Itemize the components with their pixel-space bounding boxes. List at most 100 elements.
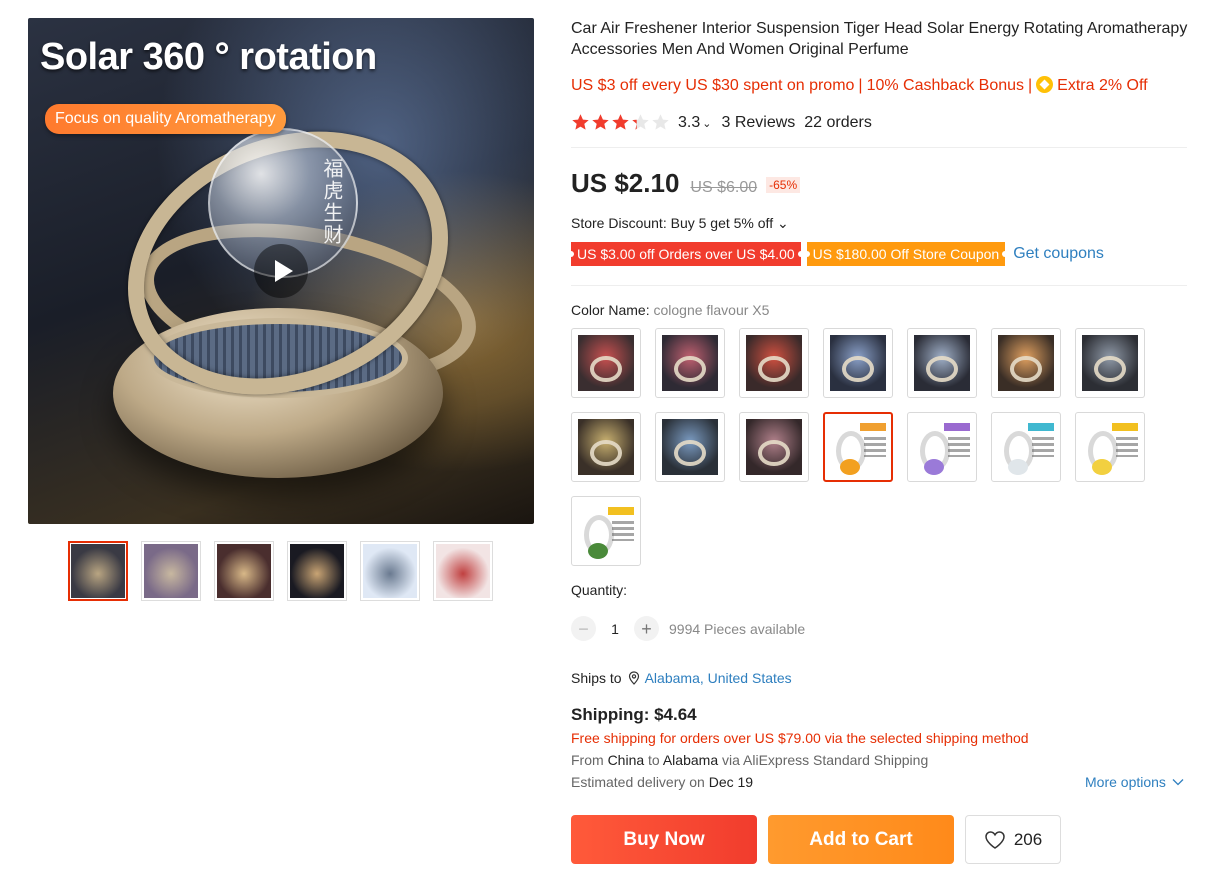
wishlist-button[interactable]: 206: [965, 815, 1061, 864]
image-pill-label: Focus on quality Aromatherapy: [45, 104, 286, 134]
play-video-button[interactable]: [254, 244, 308, 298]
coupon-store[interactable]: US $180.00 Off Store Coupon: [803, 242, 1008, 266]
quantity-available: 9994 Pieces available: [669, 620, 806, 637]
rating-row: 3.3 ⌄ 3 Reviews 22 orders: [571, 113, 872, 132]
orb-glyphs: 福虎生财: [320, 158, 344, 246]
swatch-image: [1082, 335, 1138, 391]
more-options-link[interactable]: More options: [1085, 774, 1184, 790]
quantity-label: Quantity:: [571, 582, 628, 598]
quantity-minus-button[interactable]: −: [571, 616, 596, 641]
star-icon: [651, 113, 670, 132]
thumbnail-image: [217, 544, 271, 598]
thumbnail[interactable]: [360, 541, 420, 601]
star-icon: [591, 113, 610, 132]
quantity-plus-button[interactable]: +: [634, 616, 659, 641]
thumbnail-strip: [68, 541, 493, 601]
thumbnail-image: [144, 544, 198, 598]
promo-line: US $3 off every US $30 spent on promo | 10…: [571, 76, 1148, 95]
color-swatch[interactable]: [907, 328, 977, 398]
color-swatch[interactable]: [571, 412, 641, 482]
color-swatch[interactable]: [739, 412, 809, 482]
thumbnail[interactable]: [287, 541, 347, 601]
original-price: US $6.00: [690, 179, 758, 196]
origin-country: China: [607, 752, 645, 768]
color-swatch[interactable]: [655, 328, 725, 398]
swatch-image: [578, 335, 634, 391]
thumbnail-image: [71, 544, 125, 598]
buy-now-button[interactable]: Buy Now: [571, 815, 757, 864]
chevron-down-icon: ⌄: [702, 117, 712, 130]
thumbnail[interactable]: [214, 541, 274, 601]
swatch-image: [662, 419, 718, 475]
location-pin-icon: [628, 671, 639, 685]
quantity-input[interactable]: 1: [596, 621, 634, 637]
shipping-route: From China to Alabama via AliExpress Sta…: [571, 752, 929, 768]
promo-separator: |: [858, 77, 863, 94]
quantity-stepper: − 1 + 9994 Pieces available: [571, 616, 805, 641]
image-headline: Solar 360 ° rotation: [40, 36, 377, 78]
promo-store-discount[interactable]: US $3 off every US $30 spent on promo: [571, 77, 854, 94]
action-buttons: Buy Now Add to Cart 206: [571, 815, 1061, 864]
swatch-image: [830, 419, 886, 475]
swatch-image: [578, 419, 634, 475]
color-swatch[interactable]: [1075, 328, 1145, 398]
color-swatch[interactable]: [823, 412, 893, 482]
color-swatch[interactable]: [991, 412, 1061, 482]
current-price: US $2.10: [571, 168, 680, 198]
price-row: US $2.10 US $6.00 -65%: [571, 168, 801, 199]
thumbnail[interactable]: [141, 541, 201, 601]
thumbnail[interactable]: [433, 541, 493, 601]
selected-color: cologne flavour X5: [653, 302, 770, 318]
color-swatch[interactable]: [739, 328, 809, 398]
swatch-image: [914, 419, 970, 475]
ships-to-row: Ships to Alabama, United States: [571, 670, 792, 686]
promo-extra-off[interactable]: Extra 2% Off: [1057, 77, 1147, 94]
divider: [571, 285, 1187, 286]
delivery-date: Dec 19: [708, 774, 754, 790]
thumbnail[interactable]: [68, 541, 128, 601]
rating-value[interactable]: 3.3 ⌄: [678, 114, 711, 132]
color-swatch[interactable]: [823, 328, 893, 398]
get-coupons-link[interactable]: Get coupons: [1013, 245, 1104, 263]
thumbnail-image: [436, 544, 490, 598]
main-product-image[interactable]: 福虎生财 Solar 360 ° rotation Focus on quali…: [28, 18, 534, 524]
thumbnail-image: [363, 544, 417, 598]
color-swatch[interactable]: [571, 328, 641, 398]
swatch-image: [578, 503, 634, 559]
heart-icon: [985, 830, 1005, 849]
coupon-row: US $3.00 off Orders over US $4.00 US $18…: [568, 242, 1104, 266]
color-swatch[interactable]: [907, 412, 977, 482]
thumbnail-image: [290, 544, 344, 598]
star-icon: [611, 113, 630, 132]
star-icon: [571, 113, 590, 132]
estimated-delivery: Estimated delivery on Dec 19: [571, 774, 754, 790]
color-swatch[interactable]: [1075, 412, 1145, 482]
free-shipping-note: Free shipping for orders over US $79.00 …: [571, 730, 1029, 746]
add-to-cart-button[interactable]: Add to Cart: [768, 815, 954, 864]
discount-badge: -65%: [766, 177, 801, 193]
swatch-image: [746, 419, 802, 475]
color-swatch[interactable]: [991, 328, 1061, 398]
color-swatch[interactable]: [571, 496, 641, 566]
divider: [571, 147, 1187, 148]
swatch-image: [1082, 419, 1138, 475]
promo-separator: |: [1028, 77, 1033, 94]
ships-to-location[interactable]: Alabama, United States: [645, 670, 792, 686]
product-title: Car Air Freshener Interior Suspension Ti…: [571, 20, 1188, 58]
destination-region: Alabama: [662, 752, 719, 768]
wishlist-count: 206: [1013, 829, 1043, 849]
color-swatch[interactable]: [655, 412, 725, 482]
swatch-image: [998, 419, 1054, 475]
chevron-down-icon: [1172, 779, 1184, 786]
promo-cashback[interactable]: 10% Cashback Bonus: [867, 77, 1024, 94]
swatch-image: [998, 335, 1054, 391]
color-swatches: [571, 328, 1161, 566]
coupon-orders[interactable]: US $3.00 off Orders over US $4.00: [568, 242, 804, 266]
color-label: Color Name: cologne flavour X5: [571, 302, 770, 318]
swatch-image: [662, 335, 718, 391]
swatch-image: [830, 335, 886, 391]
coin-icon: [1036, 76, 1054, 93]
swatch-image: [746, 335, 802, 391]
store-discount[interactable]: Store Discount: Buy 5 get 5% off ⌄: [571, 215, 789, 232]
reviews-link[interactable]: 3 Reviews: [721, 114, 795, 132]
